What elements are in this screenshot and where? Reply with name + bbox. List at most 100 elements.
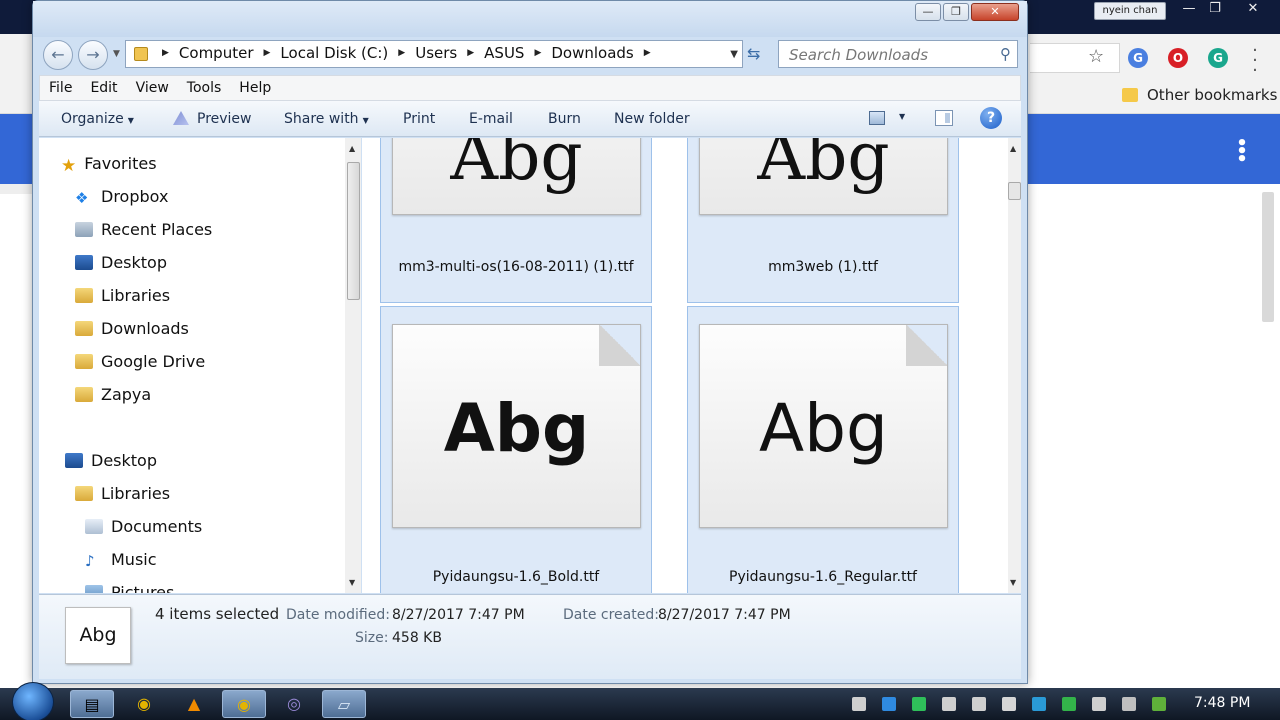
refresh-icon[interactable]: ⇆ [747, 44, 760, 63]
tray-nvidia-icon[interactable] [1152, 697, 1166, 711]
tray-sync-icon[interactable] [912, 697, 926, 711]
documents-icon [85, 519, 103, 534]
nav-pane-scrollbar[interactable]: ▲ ▼ [345, 138, 361, 593]
scroll-down-icon[interactable]: ▼ [1010, 578, 1016, 587]
nav-desktop[interactable]: Desktop [75, 253, 167, 272]
preview-pane-icon[interactable] [935, 110, 953, 126]
search-box[interactable]: Search Downloads ⚲ [778, 40, 1018, 68]
nav-tree-libraries[interactable]: Libraries [75, 484, 170, 503]
nav-recent-places[interactable]: Recent Places [75, 220, 212, 239]
maximize-button[interactable]: ❐ [943, 3, 969, 21]
explorer-titlebar[interactable]: — ❐ ✕ [33, 1, 1027, 37]
nav-pane-scroll-thumb[interactable] [347, 162, 360, 300]
breadcrumb-separator[interactable]: ▶ [398, 48, 405, 58]
omnibox[interactable] [1030, 43, 1120, 73]
breadcrumb-asus[interactable]: ASUS [484, 44, 524, 62]
breadcrumb-separator[interactable]: ▶ [644, 48, 651, 58]
translate-extension-icon[interactable]: G [1128, 48, 1148, 68]
file-tile[interactable]: Abg Pyidaungsu-1.6_Regular.ttf [687, 306, 959, 593]
forward-button[interactable]: → [78, 40, 108, 70]
nav-tree-pictures[interactable]: Pictures [85, 583, 174, 593]
browser-maximize-button[interactable]: ❐ [1202, 0, 1228, 18]
taskbar-explorer-icon[interactable]: ▤ [70, 690, 114, 718]
address-bar[interactable]: ▶ Computer ▶ Local Disk (C:) ▶ Users ▶ A… [125, 40, 743, 68]
recent-pages-dropdown[interactable]: ▼ [113, 49, 120, 59]
breadcrumb-computer[interactable]: Computer [179, 44, 254, 62]
taskbar-chrome-icon[interactable]: ◉ [122, 690, 166, 718]
file-tile[interactable]: Abg Pyidaungsu-1.6_Bold.ttf [380, 306, 652, 593]
view-options-caret-icon[interactable]: ▼ [899, 112, 905, 121]
profile-badge[interactable]: nyein chan [1094, 2, 1166, 20]
tray-app-icon[interactable] [1032, 697, 1046, 711]
nav-label: Pictures [111, 583, 175, 593]
breadcrumb-separator[interactable]: ▶ [264, 48, 271, 58]
menu-file[interactable]: File [40, 80, 81, 96]
preview-button[interactable]: Preview [173, 111, 252, 127]
nav-downloads[interactable]: Downloads [75, 319, 189, 338]
menu-edit[interactable]: Edit [81, 80, 126, 96]
search-icon[interactable]: ⚲ [1000, 45, 1011, 63]
tray-volume-icon[interactable] [942, 697, 956, 711]
breadcrumb-users[interactable]: Users [415, 44, 457, 62]
nav-tree-music[interactable]: ♪ Music [85, 550, 157, 570]
tray-dropbox-icon[interactable] [882, 697, 896, 711]
back-button[interactable]: ← [43, 40, 73, 70]
chevron-down-icon[interactable]: ▼ [730, 49, 738, 60]
browser-minimize-button[interactable]: — [1176, 0, 1202, 18]
tray-check-icon[interactable] [1062, 697, 1076, 711]
breadcrumb-separator[interactable]: ▶ [534, 48, 541, 58]
taskbar-window-icon[interactable]: ▱ [322, 690, 366, 718]
tray-notification-icon[interactable] [852, 697, 866, 711]
share-with-button[interactable]: Share with ▼ [284, 111, 369, 127]
nav-tree-documents[interactable]: Documents [85, 517, 202, 536]
tray-network-icon[interactable] [1092, 697, 1106, 711]
grammarly-extension-icon[interactable]: G [1208, 48, 1228, 68]
taskbar-clock[interactable]: 7:48 PM [1194, 695, 1250, 711]
tray-flag-icon[interactable] [1002, 697, 1016, 711]
nav-label: Zapya [101, 385, 152, 404]
print-button[interactable]: Print [403, 111, 435, 127]
nav-tree-desktop[interactable]: Desktop [65, 451, 157, 470]
nav-libraries[interactable]: Libraries [75, 286, 170, 305]
page-scrollbar[interactable] [1262, 192, 1274, 322]
tray-device-icon[interactable] [972, 697, 986, 711]
burn-button[interactable]: Burn [548, 111, 581, 127]
taskbar-vlc-icon[interactable]: ▲ [172, 690, 216, 718]
breadcrumb-separator[interactable]: ▶ [467, 48, 474, 58]
close-button[interactable]: ✕ [971, 3, 1019, 21]
scroll-down-icon[interactable]: ▼ [349, 578, 355, 587]
help-icon[interactable]: ? [980, 107, 1002, 129]
page-kebab-menu-icon[interactable]: • • • [1236, 135, 1248, 169]
organize-button[interactable]: Organize ▼ [61, 111, 134, 127]
start-button[interactable] [12, 682, 54, 720]
scroll-up-icon[interactable]: ▲ [349, 144, 355, 153]
email-button[interactable]: E-mail [469, 111, 513, 127]
breadcrumb-downloads[interactable]: Downloads [551, 44, 633, 62]
nav-google-drive[interactable]: Google Drive [75, 352, 205, 371]
nav-dropbox[interactable]: ❖ Dropbox [75, 187, 168, 207]
file-list-scroll-thumb[interactable] [1008, 182, 1021, 200]
change-view-icon[interactable] [869, 111, 885, 125]
bookmark-star-icon[interactable]: ☆ [1088, 46, 1104, 67]
browser-close-button[interactable]: ✕ [1240, 0, 1266, 18]
scroll-up-icon[interactable]: ▲ [1010, 144, 1016, 153]
new-folder-button[interactable]: New folder [614, 111, 690, 127]
minimize-button[interactable]: — [915, 3, 941, 21]
taskbar-app-icon[interactable]: ◎ [272, 690, 316, 718]
file-tile[interactable]: Abg mm3web (1).ttf [687, 138, 959, 303]
breadcrumb-local-disk[interactable]: Local Disk (C:) [280, 44, 388, 62]
tray-signal-icon[interactable] [1122, 697, 1136, 711]
breadcrumb-separator[interactable]: ▶ [162, 48, 169, 58]
file-tile[interactable]: Abg mm3-multi-os(16-08-2011) (1).ttf [380, 138, 652, 303]
file-list-scrollbar[interactable]: ▲ ▼ [1008, 138, 1021, 593]
browser-menu-icon[interactable]: · · · [1250, 42, 1260, 80]
search-input[interactable]: Search Downloads [789, 46, 928, 64]
menu-tools[interactable]: Tools [178, 80, 231, 96]
other-bookmarks-link[interactable]: Other bookmarks [1147, 86, 1277, 104]
nav-zapya[interactable]: Zapya [75, 385, 151, 404]
menu-help[interactable]: Help [230, 80, 280, 96]
menu-view[interactable]: View [127, 80, 178, 96]
taskbar-chrome-active-icon[interactable]: ◉ [222, 690, 266, 718]
nav-favorites[interactable]: ★ Favorites [61, 154, 157, 176]
opera-extension-icon[interactable]: O [1168, 48, 1188, 68]
